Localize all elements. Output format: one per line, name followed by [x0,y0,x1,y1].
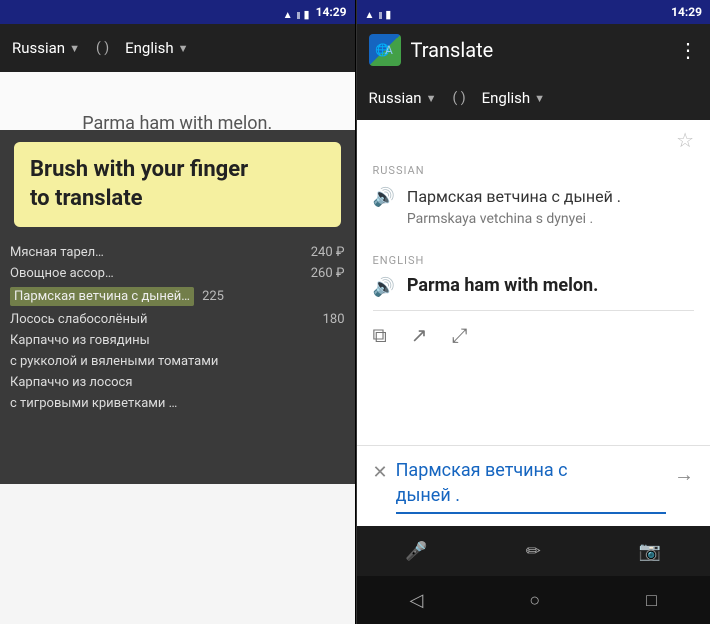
right-signal-icon [378,3,381,22]
translate-app-icon: 🌐 A [369,34,401,66]
left-panel: 14:29 Russian ▼ ( ) English ▼ Parma ham … [0,0,355,624]
right-swap-button[interactable]: ( ) [444,90,473,106]
left-lang-bar: Russian ▼ ( ) English ▼ [0,24,355,72]
right-status-bar: 14:29 [357,0,710,24]
left-tooltip-bubble: Brush with your finger to translate [14,142,341,227]
right-panel: 14:29 🌐 A Translate ⋮ Russian ▼ ( ) Engl… [356,0,710,624]
menu-item-1: Мясная тарел… 240 ₽ [10,245,345,260]
right-source-result-row: 🔊 Пармская ветчина с дыней . Parmskaya v… [357,181,710,242]
right-input-section: ✕ Пармская ветчина с дыней . → [357,445,710,526]
right-status-icons [365,3,392,22]
menu-item-6b-name: с тигровыми криветками … [10,396,345,411]
menu-item-3-name-highlighted: Пармская ветчина с дыней… [10,287,194,306]
left-swap-button[interactable]: ( ) [88,40,117,56]
menu-item-2-name: Овощное ассор… [10,266,311,281]
right-camera-icon[interactable]: 📷 [639,541,661,562]
right-input-line1: Пармская ветчина с [396,460,568,481]
right-result-section: ☆ RUSSIAN 🔊 Пармская ветчина с дыней . P… [357,120,710,445]
expand-icon[interactable]: ⤢ [452,323,468,347]
menu-item-6-name: Карпаччо из лосося [10,375,345,390]
menu-item-2-price: 260 ₽ [311,266,345,281]
right-target-lang-header: ENGLISH [357,242,710,271]
right-input-text[interactable]: Пармская ветчина с дыней . [396,458,666,514]
right-source-lang-arrow: ▼ [426,92,437,105]
right-target-sound-icon[interactable]: 🔊 [373,277,395,298]
right-source-lang-header: RUSSIAN [357,152,710,181]
left-source-lang-label: Russian [12,39,65,57]
favorite-icon[interactable]: ☆ [676,128,694,152]
menu-item-5b-name: с рукколой и вялеными томатами [10,354,345,369]
menu-item-5-name: Карпаччо из говядины [10,333,345,348]
right-close-button[interactable]: ✕ [373,462,388,483]
wifi-icon [283,3,293,22]
menu-item-6b: с тигровыми криветками … [10,396,345,411]
menu-item-3-price: 225 [194,289,224,304]
right-home-button[interactable]: ○ [529,590,540,611]
right-input-line2: дыней . [396,485,460,506]
left-source-lang-arrow: ▼ [69,42,80,55]
menu-item-1-price: 240 ₽ [311,245,345,260]
right-pencil-icon[interactable]: ✏ [526,541,541,562]
menu-item-4: Лосось слабосолёный 180 [10,312,345,327]
right-target-text-block: Parma ham with melon. [407,275,598,296]
right-submit-button[interactable]: → [674,462,694,487]
right-wifi-icon [365,3,375,22]
more-options-button[interactable]: ⋮ [678,38,698,62]
right-target-lang-arrow: ▼ [534,92,545,105]
copy-icon[interactable]: ⧉ [373,323,387,347]
left-source-lang-selector[interactable]: Russian ▼ [12,39,80,57]
right-target-lang-selector[interactable]: English ▼ [482,89,545,107]
left-target-lang-selector[interactable]: English ▼ [125,39,188,57]
menu-item-5: Карпаччо из говядины [10,333,345,348]
right-source-transliterated-text: Parmskaya vetchina s dynyei . [407,209,621,230]
battery-icon [304,3,310,22]
right-source-lang-label: Russian [369,89,422,107]
menu-item-5b: с рукколой и вялеными томатами [10,354,345,369]
menu-item-4-name: Лосось слабосолёный [10,312,315,327]
right-recent-button[interactable]: □ [646,590,657,611]
right-source-sound-icon[interactable]: 🔊 [373,187,395,208]
menu-item-2: Овощное ассор… 260 ₽ [10,266,345,281]
app-title: Translate [411,38,669,62]
right-source-text-block: Пармская ветчина с дыней . Parmskaya vet… [407,185,621,230]
menu-item-4-price: 180 [315,312,345,327]
menu-item-6: Карпаччо из лосося [10,375,345,390]
right-target-result-row: 🔊 Parma ham with melon. [357,271,710,310]
right-action-bar: ⧉ ↗ ⤢ [357,311,710,359]
menu-item-1-name: Мясная тарел… [10,245,311,260]
left-target-lang-arrow: ▼ [178,42,189,55]
right-nav-bar: ◁ ○ □ [357,576,710,624]
right-back-button[interactable]: ◁ [409,590,423,611]
right-time: 14:29 [671,5,702,19]
right-mic-icon[interactable]: 🎤 [405,541,427,562]
right-battery-icon [385,3,391,22]
left-tooltip-line1: Brush with your finger [30,157,248,182]
left-tooltip-line2: to translate [30,186,143,211]
left-status-bar: 14:29 [0,0,355,24]
left-status-icons [283,3,310,22]
left-time: 14:29 [316,5,347,19]
share-icon[interactable]: ↗ [411,323,428,347]
left-menu-image: Мясная тарел… 240 ₽ Овощное ассор… 260 ₽… [0,237,355,484]
menu-item-3: Пармская ветчина с дыней… 225 [10,287,345,306]
right-target-lang-label: English [482,89,531,107]
left-target-lang-label: English [125,39,174,57]
right-app-bar: 🌐 A Translate ⋮ [357,24,710,76]
right-lang-bar: Russian ▼ ( ) English ▼ [357,76,710,120]
svg-text:A: A [385,43,393,57]
right-source-lang-selector[interactable]: Russian ▼ [369,89,437,107]
right-source-main-text: Пармская ветчина с дыней . [407,185,621,209]
right-bottom-toolbar: 🎤 ✏ 📷 [357,526,710,576]
signal-icon [297,3,300,22]
right-target-main-text: Parma ham with melon. [407,275,598,296]
left-brush-overlay: Brush with your finger to translate Мясн… [0,130,355,484]
